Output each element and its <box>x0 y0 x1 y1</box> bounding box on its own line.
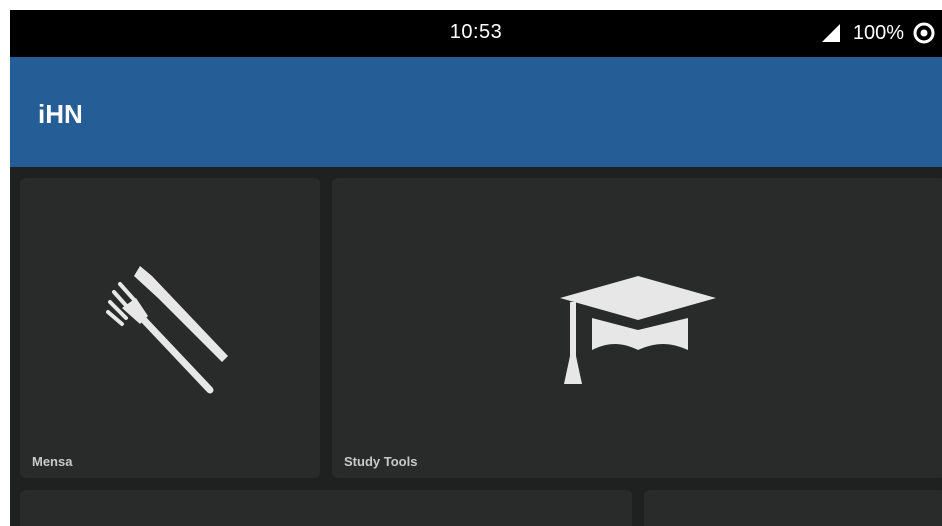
app-screen: 10:53 100% iHN Mensa Study Tools <box>10 10 942 526</box>
sync-icon <box>913 22 935 44</box>
battery-percent: 100% <box>852 21 904 44</box>
status-icons: 100% <box>821 20 936 46</box>
graduation-cap-icon <box>560 276 716 384</box>
tile-bottom-left[interactable] <box>20 490 632 526</box>
tile-bottom-right[interactable] <box>644 490 942 526</box>
status-time: 10:53 <box>449 21 503 43</box>
tile-label-study-tools: Study Tools <box>344 454 418 469</box>
signal-icon <box>821 24 840 42</box>
app-title: iHN <box>38 99 83 129</box>
tile-label-mensa: Mensa <box>32 454 73 469</box>
status-bar: 10:53 100% <box>10 10 942 57</box>
tile-study-tools[interactable]: Study Tools <box>332 178 942 478</box>
fork-knife-icon <box>106 266 228 394</box>
app-bar: iHN <box>10 57 942 167</box>
tile-mensa[interactable]: Mensa <box>20 178 320 478</box>
